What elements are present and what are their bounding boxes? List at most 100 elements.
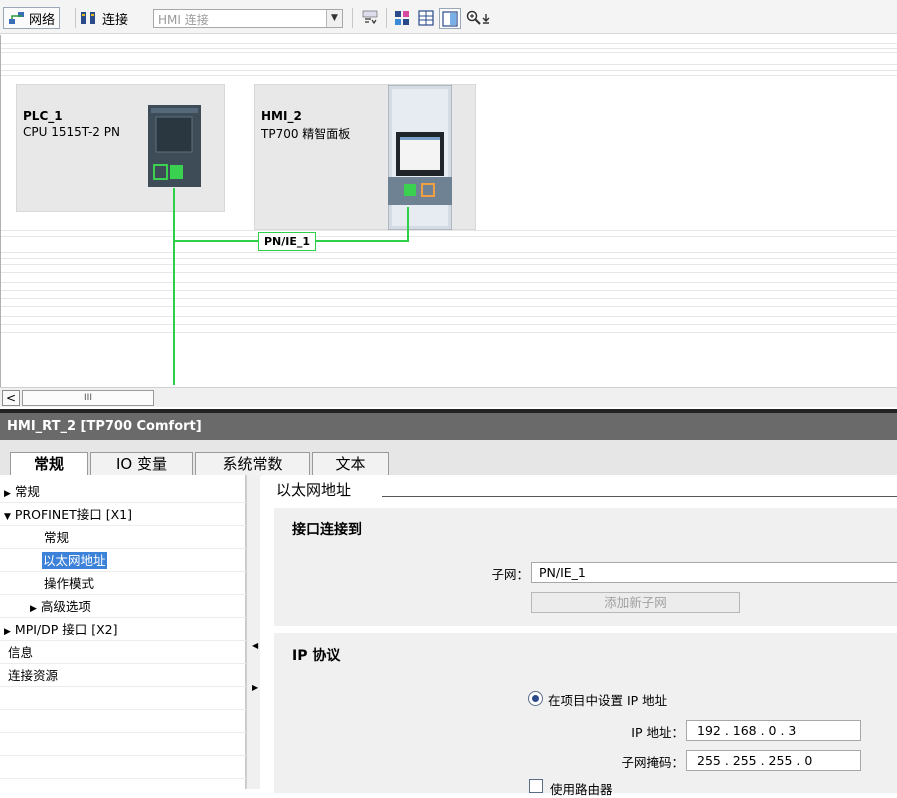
divider bbox=[1, 75, 897, 76]
network-view-label: 网络 bbox=[29, 12, 56, 28]
tree-empty-row bbox=[0, 756, 246, 779]
ip-protocol-group: IP 协议 在项目中设置 IP 地址 IP 地址： 192 . 168 . 0 … bbox=[274, 633, 897, 797]
divider bbox=[1, 298, 897, 299]
ip-address-field[interactable]: 192 . 168 . 0 . 3 bbox=[686, 720, 861, 741]
tree-item-connection-resources[interactable]: 连接资源 bbox=[0, 664, 246, 687]
inspector-tabs: 常规 IO 变量 系统常数 文本 bbox=[0, 440, 897, 477]
divider bbox=[1, 306, 897, 307]
tree-item-operating-mode[interactable]: 操作模式 bbox=[0, 572, 246, 595]
divider bbox=[1, 70, 897, 71]
split-view-button[interactable] bbox=[439, 8, 461, 29]
hmi-ethernet-link bbox=[407, 207, 409, 242]
tree-item-advanced-options[interactable]: ▶ 高级选项 bbox=[0, 595, 246, 618]
group-title: IP 协议 bbox=[292, 648, 341, 664]
horizontal-scrollbar[interactable]: < III bbox=[0, 387, 897, 407]
set-ip-in-project-radio[interactable] bbox=[528, 691, 543, 706]
expand-arrow-icon: ▶ bbox=[30, 604, 37, 614]
divider bbox=[1, 236, 897, 237]
divider bbox=[1, 332, 897, 333]
section-title: 以太网地址 bbox=[276, 481, 352, 499]
device-name: PLC_1 bbox=[23, 109, 63, 123]
zoom-dropdown-icon[interactable] bbox=[481, 10, 491, 26]
plc-device-box[interactable]: PLC_1 CPU 1515T-2 PN bbox=[16, 84, 225, 212]
radio-label: 在项目中设置 IP 地址 bbox=[548, 693, 668, 708]
tree-empty-row bbox=[0, 687, 246, 710]
toolbar-separator bbox=[75, 8, 76, 28]
divider bbox=[1, 264, 897, 265]
tree-item-general[interactable]: ▶ 常规 bbox=[0, 480, 246, 503]
show-address-labels-icon[interactable] bbox=[362, 10, 378, 26]
subnet-mask-field[interactable]: 255 . 255 . 255 . 0 bbox=[686, 750, 861, 771]
inspector-title: HMI_RT_2 [TP700 Comfort] bbox=[0, 413, 897, 440]
hmi-device-box[interactable]: HMI_2 TP700 精智面板 bbox=[254, 84, 476, 230]
toolbar-separator bbox=[352, 8, 353, 28]
divider bbox=[1, 43, 897, 44]
scroll-left-button[interactable]: < bbox=[2, 390, 20, 406]
interface-connection-group: 接口连接到 子网： PN/IE_1 添加新子网 bbox=[274, 508, 897, 626]
tree-item-label: MPI/DP 接口 [X2] bbox=[14, 622, 118, 637]
toolbar-separator bbox=[386, 8, 387, 28]
tree-item-label: 信息 bbox=[8, 645, 34, 660]
group-title: 接口连接到 bbox=[292, 522, 362, 538]
divider bbox=[1, 252, 897, 253]
tree-item-label: 操作模式 bbox=[44, 576, 95, 591]
section-rule bbox=[382, 496, 897, 497]
tree-item-label: 连接资源 bbox=[8, 668, 59, 683]
ip-address-label: IP 地址： bbox=[631, 725, 684, 740]
subnet-field-label: 子网： bbox=[491, 567, 529, 582]
tree-item-label: 常规 bbox=[14, 484, 40, 499]
tree-empty-row bbox=[0, 710, 246, 733]
tree-item-ethernet-address[interactable]: 以太网地址 bbox=[0, 549, 246, 572]
tab-io-tags[interactable]: IO 变量 bbox=[90, 452, 193, 476]
plc-module-icon bbox=[148, 105, 201, 187]
collapse-arrow-icon: ▼ bbox=[4, 512, 11, 522]
divider bbox=[1, 324, 897, 325]
subnet-field[interactable]: PN/IE_1 bbox=[531, 562, 897, 583]
tree-item-label: 常规 bbox=[44, 530, 70, 545]
connections-label: 连接 bbox=[102, 12, 129, 28]
tree-item-label: 以太网地址 bbox=[42, 552, 107, 569]
tree-item-label: PROFINET接口 [X1] bbox=[14, 507, 132, 522]
divider bbox=[1, 258, 897, 259]
tree-empty-row bbox=[0, 733, 246, 756]
divider bbox=[1, 282, 897, 283]
hmi-panel-icon bbox=[388, 85, 452, 230]
table-view-icon[interactable] bbox=[418, 10, 434, 26]
device-name: HMI_2 bbox=[261, 109, 302, 123]
divider bbox=[1, 272, 897, 273]
device-type: TP700 精智面板 bbox=[261, 127, 351, 141]
tree-item-mpi-dp[interactable]: ▶ MPI/DP 接口 [X2] bbox=[0, 618, 246, 641]
tab-system-constants[interactable]: 系统常数 bbox=[195, 452, 310, 476]
connection-type-value: HMI 连接 bbox=[158, 13, 209, 27]
use-router-checkbox[interactable] bbox=[529, 779, 543, 793]
toolbar: 网络 连接 HMI 连接 ▼ bbox=[0, 0, 897, 34]
tree-item-profinet[interactable]: ▼ PROFINET接口 [X1] bbox=[0, 503, 246, 526]
properties-panel: 以太网地址 接口连接到 子网： PN/IE_1 添加新子网 IP 协议 在项目中… bbox=[262, 475, 897, 797]
tab-general[interactable]: 常规 bbox=[10, 452, 88, 477]
collapse-left-icon[interactable]: ◀ bbox=[252, 641, 258, 650]
tab-texts[interactable]: 文本 bbox=[312, 452, 389, 476]
divider bbox=[1, 290, 897, 291]
property-tree: ▶ 常规 ▼ PROFINET接口 [X1] 常规 以太网地址 操作模式 ▶ 高… bbox=[0, 475, 246, 789]
connections-button[interactable]: 连接 bbox=[80, 7, 128, 29]
expand-arrow-icon: ▶ bbox=[4, 489, 11, 499]
network-icon bbox=[9, 12, 24, 24]
divider bbox=[1, 48, 897, 49]
connections-icon bbox=[81, 12, 95, 24]
tree-item-profinet-general[interactable]: 常规 bbox=[0, 526, 246, 549]
scroll-thumb[interactable]: III bbox=[22, 390, 154, 406]
network-overview-icon[interactable] bbox=[394, 10, 410, 26]
panel-splitter[interactable]: ◀ ▶ bbox=[246, 475, 260, 789]
tree-item-info[interactable]: 信息 bbox=[0, 641, 246, 664]
subnet-label[interactable]: PN/IE_1 bbox=[258, 232, 317, 251]
split-view-icon bbox=[442, 10, 458, 27]
network-canvas[interactable]: PLC_1 CPU 1515T-2 PN HMI_2 TP700 精智面板 PN… bbox=[0, 35, 897, 387]
add-new-subnet-button[interactable]: 添加新子网 bbox=[531, 592, 740, 613]
zoom-in-icon[interactable] bbox=[466, 10, 482, 26]
divider bbox=[1, 64, 897, 65]
divider bbox=[1, 52, 897, 53]
connection-type-select[interactable]: HMI 连接 ▼ bbox=[153, 9, 343, 28]
network-view-button[interactable]: 网络 bbox=[3, 7, 61, 29]
device-type: CPU 1515T-2 PN bbox=[23, 125, 120, 139]
expand-right-icon[interactable]: ▶ bbox=[252, 683, 258, 692]
